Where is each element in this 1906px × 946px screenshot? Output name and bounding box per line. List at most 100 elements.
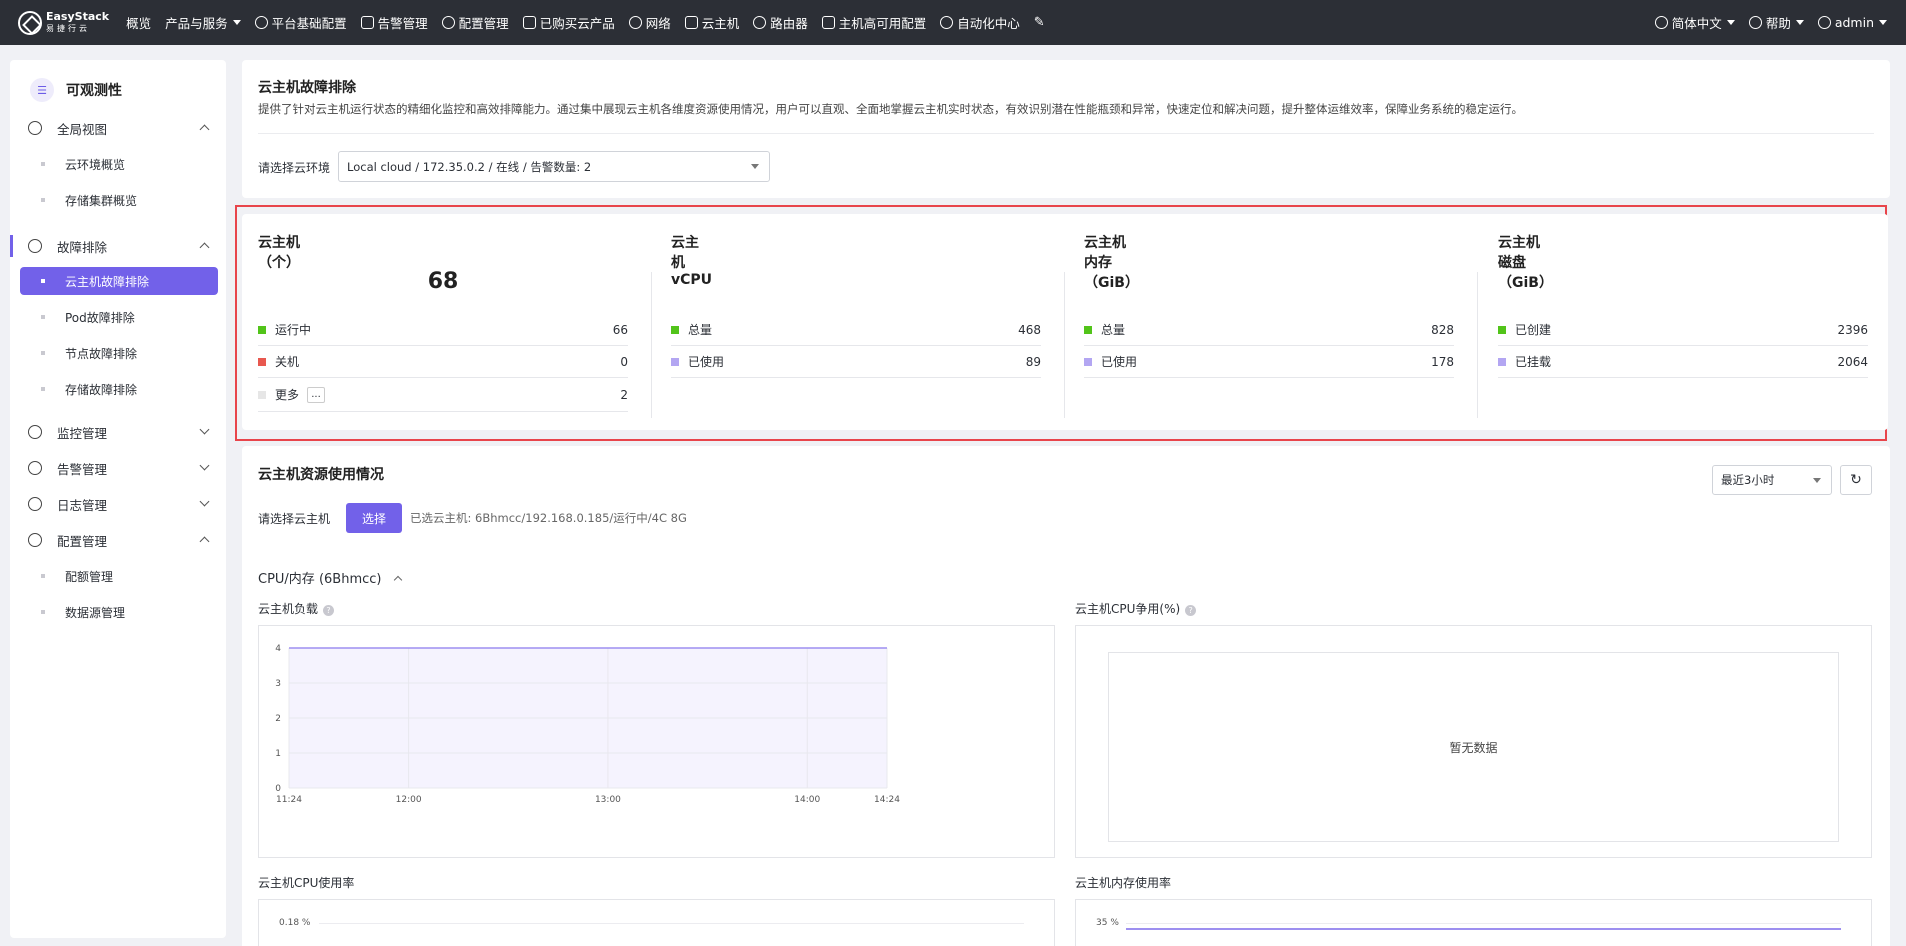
chevron-down-icon [232,20,241,25]
select-vm-button[interactable]: 选择 [346,503,402,533]
stat-row-label: 关机 [275,355,300,369]
stats-card: 云主机（个） 68 运行中 66 关机 0 更多... 2 云主机 vCPU 总量 46… [242,214,1888,430]
usage-title: 云主机资源使用情况 [258,467,384,483]
refresh-button[interactable]: ↻ [1840,465,1872,495]
more-button[interactable]: ... [307,386,326,403]
language-switcher[interactable]: 简体中文 [1648,0,1742,45]
sidebar-group-troubleshoot[interactable]: 故障排除 [10,231,226,261]
sidebar-item-label: Pod故障排除 [65,310,135,325]
bullet-icon [41,387,45,391]
bullet-icon [41,351,45,355]
y-tick-label: 2 [275,714,281,724]
stat-row-value: 0 [620,354,628,369]
chart-cpu-steal-title: 云主机CPU争用(%) [1075,602,1181,616]
nav-router[interactable]: 路由器 [746,0,815,45]
stat-row-value: 89 [1025,354,1041,369]
sidebar-group-monitoring[interactable]: 监控管理 [10,417,226,447]
nav-host-ha[interactable]: 主机高可用配置 [815,0,934,45]
y-tick-label: 0 [275,784,281,794]
sidebar-group-log[interactable]: 日志管理 [10,489,226,519]
sidebar: ☰ 可观测性 全局视图 云环境概览 存储集群概览 故障排除 云主机故障排除 Po… [10,60,226,938]
nav-vm[interactable]: 云主机 [678,0,747,45]
legend-swatch [1084,357,1092,366]
sidebar-item-storage-troubleshoot[interactable]: 存储故障排除 [20,375,218,403]
stat-row-label: 已挂载 [1515,355,1552,369]
network-icon [628,16,642,29]
search-icon [28,239,42,253]
list-icon [522,16,536,29]
section-toggle-cpu-mem[interactable]: CPU/内存 (6Bhmcc) [258,568,403,587]
stat-row-label: 已使用 [1101,355,1138,369]
chart-cpu-usage: 0.18 % [258,899,1055,946]
pin-icon: ✎ [1033,15,1045,30]
legend-swatch [258,390,266,399]
x-tick-label: 14:24 [874,795,900,805]
nav-automation[interactable]: 自动化中心 [933,0,1027,45]
sidebar-item-cloud-overview[interactable]: 云环境概览 [20,150,218,178]
stat-row-value: 2064 [1837,354,1868,369]
nav-platform-config-label: 平台基础配置 [271,16,347,31]
stat-vm-total: 68 [427,269,459,294]
sidebar-item-pod-troubleshoot[interactable]: Pod故障排除 [20,303,218,331]
env-select-value: Local cloud / 172.35.0.2 / 在线 / 告警数量: 2 [347,159,592,174]
brand-logo[interactable]: EasyStack 易捷行云 [18,10,109,35]
stat-mem-total: 总量 828 [1084,314,1454,346]
user-menu[interactable]: admin [1811,0,1894,45]
help-icon[interactable]: ? [1185,605,1197,616]
nav-overview[interactable]: 概览 [119,0,158,45]
help-menu[interactable]: 帮助 [1742,0,1811,45]
env-select[interactable]: Local cloud / 172.35.0.2 / 在线 / 告警数量: 2 [338,151,770,182]
sidebar-item-storage-overview[interactable]: 存储集群概览 [20,186,218,214]
nav-products-label: 产品与服务 [165,16,228,31]
header-card: 云主机故障排除 提供了针对云主机运行状态的精细化监控和高效排障能力。通过集中展现… [242,60,1890,198]
stat-row-label: 已创建 [1515,323,1552,337]
chart-cpu-steal-title-wrap: 云主机CPU争用(%)? [1075,600,1197,617]
host-icon [821,16,835,29]
stat-row-value: 66 [612,322,628,337]
sidebar-title-text: 可观测性 [66,83,122,99]
time-range-select[interactable]: 最近3小时 [1712,465,1832,495]
sidebar-group-config[interactable]: 配置管理 [10,525,226,555]
sidebar-group-alarm[interactable]: 告警管理 [10,453,226,483]
globe-icon [1654,16,1668,29]
cloud-icon [684,16,698,29]
nav-pin[interactable]: ✎ [1027,0,1052,45]
gear-icon [441,16,455,29]
chart-load: 0 1 2 3 4 11:24 12:00 13:00 14:00 14:24 [258,625,1055,858]
sidebar-group-global-view[interactable]: 全局视图 [10,113,226,143]
nav-products[interactable]: 产品与服务 [158,0,248,45]
divider [1477,272,1478,418]
sidebar-item-node-troubleshoot[interactable]: 节点故障排除 [20,339,218,367]
nav-router-label: 路由器 [770,16,808,31]
sidebar-item-quota[interactable]: 配额管理 [20,562,218,590]
stat-row-label: 已使用 [688,355,725,369]
x-tick-label: 14:00 [794,795,820,805]
bullet-icon [41,198,45,202]
usage-card: 云主机资源使用情况 最近3小时 ↻ 请选择云主机 选择 已选云主机: 6Bhmc… [242,446,1890,946]
refresh-icon: ↻ [1850,472,1862,488]
automation-icon [940,16,954,29]
nav-network[interactable]: 网络 [622,0,678,45]
nav-purchased[interactable]: 已购买云产品 [516,0,622,45]
x-tick-label: 13:00 [595,795,621,805]
chevron-down-icon [199,424,210,435]
y-tick-label: 1 [275,749,281,759]
sidebar-item-datasource[interactable]: 数据源管理 [20,598,218,626]
sidebar-group-label: 故障排除 [57,239,108,255]
nav-alarm[interactable]: 告警管理 [354,0,435,45]
sidebar-item-label: 存储集群概览 [65,193,138,208]
chevron-up-icon [394,575,403,584]
sidebar-item-vm-troubleshoot[interactable]: 云主机故障排除 [20,267,218,295]
stat-row-label: 运行中 [275,323,312,337]
chevron-up-icon [199,124,210,135]
nav-platform-config[interactable]: 平台基础配置 [248,0,354,45]
series-line [1126,928,1841,930]
stat-row-value: 2 [620,387,628,402]
help-icon[interactable]: ? [323,605,335,616]
chart-cpu-usage-title: 云主机CPU使用率 [258,876,355,890]
logo-icon [18,10,42,35]
router-icon [753,16,767,29]
nav-host-ha-label: 主机高可用配置 [838,16,927,31]
nav-config[interactable]: 配置管理 [435,0,516,45]
stat-vm-stopped: 关机 0 [258,346,628,378]
